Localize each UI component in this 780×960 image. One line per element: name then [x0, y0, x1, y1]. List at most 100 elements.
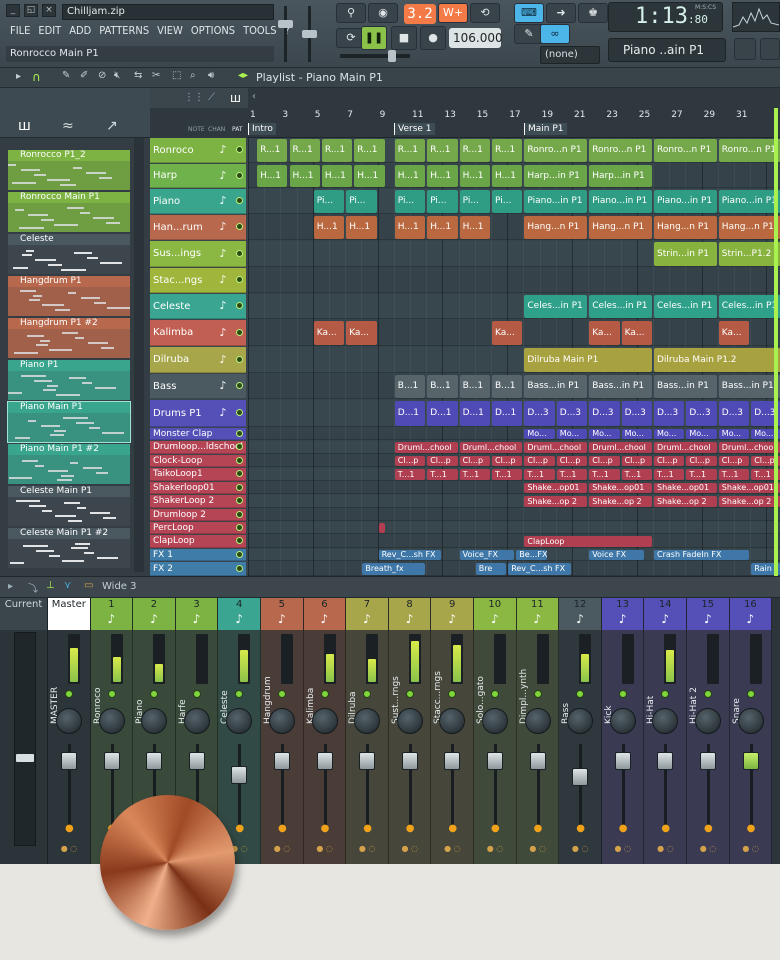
mixer-strip-header[interactable]: 12 ♪ — [559, 598, 601, 630]
playlist-clip[interactable]: T...1 — [686, 469, 717, 480]
playlist-clip[interactable]: Ka... — [346, 321, 377, 345]
mixer-strip[interactable]: 10 ♪ Solo...gato ● ● ◌ — [474, 598, 517, 864]
pat-icon[interactable]: ш — [230, 91, 241, 105]
playlist-clip[interactable]: Strin...in P1 — [654, 242, 717, 266]
playlist-clip[interactable]: Pi... — [427, 190, 458, 213]
pan-knob[interactable] — [737, 708, 764, 734]
track-mute-led[interactable] — [236, 249, 243, 257]
playlist-clip[interactable]: T...1 — [589, 469, 620, 480]
playlist-clip[interactable]: Piano...in P1 — [589, 190, 652, 213]
playlist-clip[interactable]: Bass...in P1 — [524, 375, 588, 398]
playlist-clip[interactable]: Hang...n P1 — [654, 216, 717, 239]
playlist-clip[interactable]: D...3 — [654, 401, 685, 426]
playlist-clip[interactable]: Crash FadeIn FX — [654, 550, 750, 560]
menu-add[interactable]: ADD — [65, 23, 95, 41]
playlist-clip[interactable]: D...3 — [556, 401, 588, 426]
mute-led[interactable] — [192, 690, 201, 698]
playlist-clip[interactable]: D...3 — [524, 401, 555, 426]
playlist-clip[interactable]: T...1 — [427, 469, 458, 480]
playlist-arrow-icon[interactable]: ◂▸ — [238, 70, 248, 81]
playlist-clip[interactable]: Mo... — [621, 429, 652, 439]
slice-tool-icon[interactable]: ✂ — [152, 70, 160, 81]
track-header[interactable]: ShakerLoop 2 — [150, 495, 246, 508]
playlist-clip[interactable]: T...1 — [556, 469, 588, 480]
playlist-clip[interactable]: R...1 — [459, 139, 490, 162]
volume-fader[interactable] — [444, 752, 461, 770]
mixer-tool-3-icon[interactable]: ⋎ — [64, 580, 71, 591]
playlist-clip[interactable]: B...1 — [492, 375, 523, 398]
playlist-clip[interactable]: Ka... — [313, 321, 345, 345]
playlist-clip[interactable]: Cl...p — [556, 456, 588, 466]
pattern-selector[interactable]: Piano ..ain P1 — [608, 38, 726, 62]
track-mute-led[interactable] — [236, 510, 243, 518]
route-icons[interactable]: ● ◌ — [439, 844, 465, 853]
playlist-clip[interactable]: R...1 — [289, 139, 320, 162]
track-header[interactable]: Shakerloop01 — [150, 482, 246, 494]
playlist-clip[interactable]: Pi... — [459, 190, 490, 213]
volume-fader[interactable] — [657, 752, 674, 770]
playlist-clip[interactable]: R...1 — [321, 139, 353, 162]
track-header[interactable]: Dilruba ♪ — [150, 347, 246, 373]
record-arm-icon[interactable]: ● — [278, 824, 287, 834]
pan-knob[interactable] — [141, 708, 168, 734]
menu-patterns[interactable]: PATTERNS — [95, 23, 153, 41]
master-volume-slider[interactable] — [278, 20, 293, 28]
record-mode-icon[interactable]: ◉ — [368, 3, 398, 23]
mixer-layout-label[interactable]: Wide 3 — [102, 581, 137, 592]
menu-tools[interactable]: TOOLS — [239, 23, 280, 41]
track-header[interactable]: PercLoop — [150, 522, 246, 534]
playlist-clip[interactable]: H...1 — [459, 216, 490, 239]
note-icon[interactable]: ⋮⋮ — [184, 92, 204, 103]
mute-led[interactable] — [320, 690, 329, 698]
mute-led[interactable] — [405, 690, 414, 698]
record-arm-icon[interactable]: ● — [406, 824, 415, 834]
track-header[interactable]: Sus...ings ♪ — [150, 241, 246, 267]
hat-icon[interactable]: ♚ — [578, 3, 608, 23]
record-arm-icon[interactable]: ● — [363, 824, 372, 834]
time-marker[interactable]: Verse 1 — [394, 123, 435, 135]
metronome-icon[interactable]: ⚲ — [336, 3, 366, 23]
master-strip[interactable]: Master MASTER ● ● ◌ — [48, 598, 91, 864]
route-icons[interactable]: ● ◌ — [695, 844, 721, 853]
mute-led[interactable] — [107, 690, 116, 698]
playlist-clip[interactable]: Druml...chool — [459, 442, 523, 453]
pattern-list-item[interactable]: Ronrocco P1_2 — [8, 150, 130, 190]
track-mute-led[interactable] — [236, 197, 243, 204]
pan-knob[interactable] — [226, 708, 253, 734]
record-arm-icon[interactable]: ● — [65, 824, 74, 834]
mixer-strip[interactable]: 15 ♪ Hi-Hat 2 ● ● ◌ — [687, 598, 730, 864]
playlist-clip[interactable]: H...1 — [394, 216, 426, 239]
pan-knob[interactable] — [695, 708, 721, 734]
playlist-clip[interactable]: Mo... — [686, 429, 717, 439]
track-header[interactable]: Drumloop...ldschool — [150, 441, 246, 454]
playlist-clip[interactable]: H...1 — [289, 165, 320, 187]
playlist-clip[interactable]: T...1 — [524, 469, 555, 480]
position-slider[interactable] — [388, 50, 396, 62]
pattern-list-item[interactable]: Piano P1 — [8, 360, 130, 400]
playlist-clip[interactable]: Voice_FX — [459, 550, 515, 560]
route-icons[interactable]: ● ◌ — [56, 844, 82, 853]
mute-led[interactable] — [576, 690, 585, 698]
route-icons[interactable]: ● ◌ — [525, 844, 551, 853]
playlist-clip[interactable]: H...1 — [346, 216, 377, 239]
menu-options[interactable]: OPTIONS — [187, 23, 239, 41]
playlist-clip[interactable]: Shake...op 2 — [524, 496, 588, 507]
volume-fader[interactable] — [61, 752, 77, 770]
mixer-strip[interactable]: 8 ♪ Sust...rngs ● ● ◌ — [388, 598, 432, 864]
pan-knob[interactable] — [482, 708, 508, 734]
playlist-clip[interactable]: Shake...op01 — [524, 483, 588, 493]
playlist-clip[interactable]: Pi... — [394, 190, 426, 213]
playlist-clip[interactable]: Ka... — [589, 321, 620, 345]
route-icons[interactable]: ● ◌ — [269, 844, 295, 853]
mute-led[interactable] — [491, 690, 499, 698]
playlist-clip[interactable]: D...3 — [718, 401, 750, 426]
mixer-strip-header[interactable]: 7 ♪ — [346, 598, 388, 630]
volume-fader[interactable] — [188, 752, 205, 770]
volume-fader[interactable] — [359, 752, 376, 770]
playlist-clip[interactable]: H...1 — [313, 216, 345, 239]
playlist-clip[interactable]: Dilruba Main P1 — [524, 348, 652, 372]
track-header[interactable]: Monster Clap — [150, 428, 246, 440]
playlist-clip[interactable]: T...1 — [492, 469, 523, 480]
track-mute-led[interactable] — [236, 429, 243, 437]
mixer-strip-header[interactable]: 14 ♪ — [644, 598, 686, 630]
